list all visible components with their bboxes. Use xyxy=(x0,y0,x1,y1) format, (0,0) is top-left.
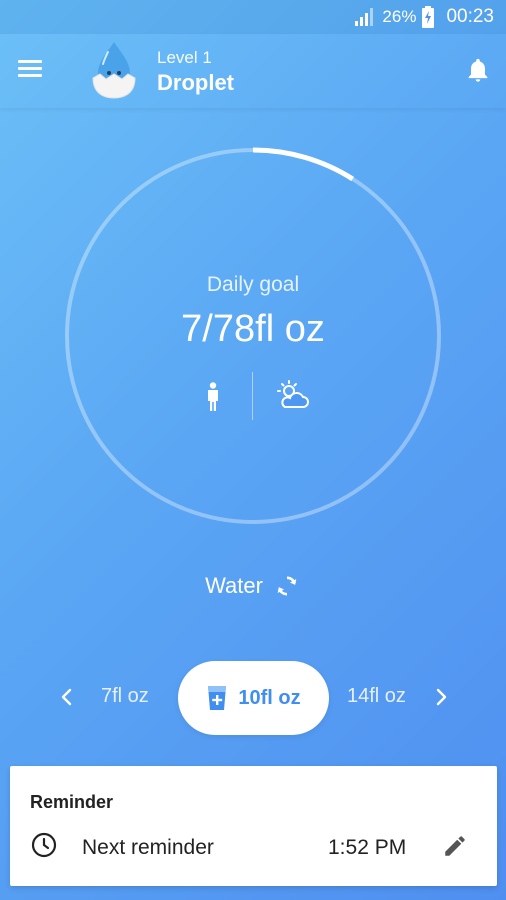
drink-type-label: Water xyxy=(205,573,263,598)
swap-icon xyxy=(277,576,297,596)
status-bar: 26% 00:23 xyxy=(0,0,506,34)
clock-icon xyxy=(31,832,57,858)
goal-divider xyxy=(252,372,253,420)
daily-goal-label: Daily goal xyxy=(206,273,300,296)
drink-type-selector[interactable]: Water xyxy=(0,572,506,600)
menu-icon[interactable] xyxy=(18,56,52,86)
edit-pencil-icon[interactable] xyxy=(442,833,468,859)
droplet-egg-avatar-icon xyxy=(92,42,136,99)
level-info: Level 1 Droplet xyxy=(157,48,234,96)
status-time: 00:23 xyxy=(446,6,494,27)
level-label: Level 1 xyxy=(157,48,212,67)
cup-option-prev[interactable]: 7fl oz xyxy=(101,685,149,708)
next-reminder-label: Next reminder xyxy=(82,836,214,859)
reminder-title: Reminder xyxy=(30,792,114,812)
bell-icon[interactable] xyxy=(464,56,492,84)
chevron-right-icon[interactable] xyxy=(432,686,450,708)
reminder-card: Reminder Next reminder 1:52 PM xyxy=(10,766,497,886)
person-icon[interactable] xyxy=(204,382,222,412)
next-reminder-time: 1:52 PM xyxy=(328,836,407,859)
level-name: Droplet xyxy=(157,70,234,95)
sun-cloud-weather-icon[interactable] xyxy=(276,380,310,410)
chevron-left-icon[interactable] xyxy=(58,686,76,708)
cup-option-selected[interactable]: 10fl oz xyxy=(178,661,329,735)
signal-icon xyxy=(355,8,374,26)
app-bar: Level 1 Droplet xyxy=(0,34,506,108)
battery-charging-icon xyxy=(422,6,435,28)
cup-selected-label: 10fl oz xyxy=(238,686,301,709)
daily-goal-value: 7/78fl oz xyxy=(181,308,325,350)
cup-option-next[interactable]: 14fl oz xyxy=(347,685,406,708)
battery-percent: 26% xyxy=(382,7,417,26)
cup-add-icon xyxy=(208,686,227,710)
